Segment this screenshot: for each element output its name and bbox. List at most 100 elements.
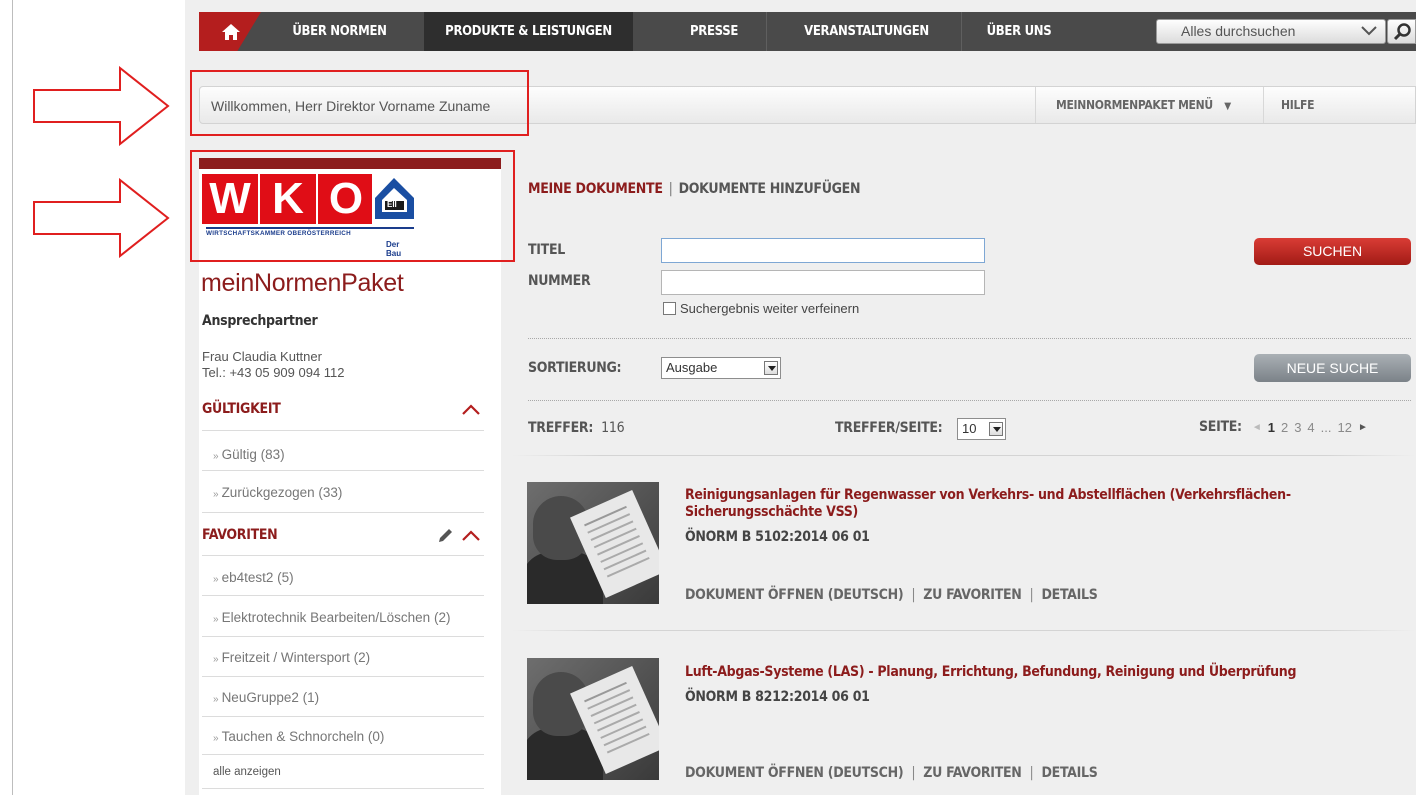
search-button[interactable] bbox=[1387, 19, 1416, 44]
refine-search-label: Suchergebnis weiter verfeinern bbox=[680, 301, 860, 316]
edit-pencil-icon[interactable] bbox=[437, 528, 455, 544]
page-link-12[interactable]: 12 bbox=[1338, 420, 1352, 435]
bullet: » bbox=[213, 574, 219, 585]
document-thumbnail[interactable] bbox=[527, 482, 659, 604]
details-link[interactable]: DETAILS bbox=[1042, 765, 1098, 781]
bullet: » bbox=[213, 694, 219, 705]
validity-heading: GÜLTIGKEIT bbox=[202, 401, 281, 417]
nav-separator bbox=[766, 12, 767, 51]
divider bbox=[202, 788, 484, 789]
home-icon bbox=[222, 24, 240, 40]
divider bbox=[202, 512, 484, 513]
result-norm-number: ÖNORM B 5102:2014 06 01 bbox=[685, 529, 870, 545]
dropdown-arrow-icon bbox=[764, 361, 778, 375]
divider bbox=[202, 676, 484, 677]
favorites-heading: FAVORITEN bbox=[202, 527, 278, 543]
open-document-link[interactable]: DOKUMENT ÖFFNEN (DEUTSCH) bbox=[685, 587, 904, 603]
results-divider bbox=[512, 630, 1416, 631]
favorite-item[interactable]: » NeuGruppe2 (1) bbox=[213, 690, 319, 705]
page-link-1[interactable]: 1 bbox=[1268, 420, 1275, 435]
sort-label: SORTIERUNG: bbox=[528, 360, 622, 376]
bullet: » bbox=[213, 451, 219, 462]
open-document-link[interactable]: DOKUMENT ÖFFNEN (DEUTSCH) bbox=[685, 765, 904, 781]
result-norm-number: ÖNORM B 8212:2014 06 01 bbox=[685, 689, 870, 705]
details-link[interactable]: DETAILS bbox=[1042, 587, 1098, 603]
tab-meine-dokumente[interactable]: MEINE DOKUMENTE bbox=[528, 181, 663, 197]
menu-separator bbox=[1263, 87, 1264, 123]
next-page-icon[interactable]: ► bbox=[1358, 422, 1368, 433]
nav-separator bbox=[961, 12, 962, 51]
per-page-label: TREFFER/SEITE: bbox=[835, 420, 943, 436]
link-separator: | bbox=[1029, 765, 1034, 781]
refine-search-checkbox[interactable] bbox=[663, 302, 676, 315]
help-link[interactable]: HILFE bbox=[1281, 87, 1314, 123]
title-input[interactable] bbox=[661, 238, 985, 263]
result-title-link[interactable]: Reinigungsanlagen für Regenwasser von Ve… bbox=[685, 487, 1416, 521]
divider bbox=[202, 754, 484, 755]
divider bbox=[202, 716, 484, 717]
nav-veranstaltungen[interactable]: VERANSTALTUNGEN bbox=[789, 12, 944, 51]
per-page-select[interactable]: 10 bbox=[957, 418, 1006, 440]
favorite-label: Elektrotechnik Bearbeiten/Löschen (2) bbox=[221, 610, 451, 625]
favorite-item[interactable]: » Tauchen & Schnorcheln (0) bbox=[213, 729, 384, 744]
number-label: NUMMER bbox=[528, 273, 591, 289]
results-divider bbox=[512, 455, 1416, 456]
dropdown-arrow-icon bbox=[989, 422, 1003, 436]
divider bbox=[202, 555, 484, 556]
dotted-divider bbox=[528, 400, 1411, 401]
caret-down-icon: ▼ bbox=[1224, 101, 1231, 112]
filter-gueltig[interactable]: » Gültig (83) bbox=[213, 447, 285, 462]
favorite-item[interactable]: » Elektrotechnik Bearbeiten/Löschen (2) bbox=[213, 610, 450, 625]
tab-separator: | bbox=[668, 181, 673, 197]
pagination: SEITE: ◄ 1 2 3 4 ... 12 ► bbox=[1199, 419, 1374, 435]
document-thumbnail[interactable] bbox=[527, 658, 659, 780]
page-link-4[interactable]: 4 bbox=[1307, 420, 1314, 435]
hits-value: 116 bbox=[601, 420, 625, 436]
nav-ueber-normen[interactable]: ÜBER NORMEN bbox=[277, 12, 402, 51]
bullet: » bbox=[213, 733, 219, 744]
add-to-favorites-link[interactable]: ZU FAVORITEN bbox=[923, 587, 1022, 603]
nav-produkte-leistungen[interactable]: PRODUKTE & LEISTUNGEN bbox=[424, 12, 633, 51]
site-search-input[interactable]: Alles durchsuchen bbox=[1156, 19, 1386, 44]
annotation-box-logo bbox=[190, 150, 515, 262]
show-all-favorites-link[interactable]: alle anzeigen bbox=[213, 766, 281, 778]
tab-dokumente-hinzufuegen[interactable]: DOKUMENTE HINZUFÜGEN bbox=[679, 181, 861, 197]
bullet: » bbox=[213, 654, 219, 665]
menu-separator bbox=[1035, 87, 1036, 123]
package-menu-label: MEINNORMENPAKET MENÜ bbox=[1056, 98, 1213, 112]
add-to-favorites-link[interactable]: ZU FAVORITEN bbox=[923, 765, 1022, 781]
nav-presse[interactable]: PRESSE bbox=[669, 12, 759, 51]
bullet: » bbox=[213, 614, 219, 625]
divider bbox=[202, 636, 484, 637]
home-button[interactable] bbox=[199, 12, 277, 51]
hits-count: TREFFER: 116 bbox=[528, 420, 625, 436]
number-input[interactable] bbox=[661, 270, 985, 295]
favorite-label: NeuGruppe2 (1) bbox=[221, 690, 320, 705]
favorite-item[interactable]: » eb4test2 (5) bbox=[213, 570, 294, 585]
title-label: TITEL bbox=[528, 242, 566, 258]
package-menu-button[interactable]: MEINNORMENPAKET MENÜ ▼ bbox=[1056, 87, 1231, 123]
result-actions: DOKUMENT ÖFFNEN (DEUTSCH) | ZU FAVORITEN | D… bbox=[685, 765, 1098, 781]
favorite-item[interactable]: » Freitzeit / Wintersport (2) bbox=[213, 650, 370, 665]
favorite-label: eb4test2 (5) bbox=[221, 570, 294, 585]
chevron-down-icon[interactable] bbox=[1361, 26, 1377, 36]
favorite-label: Freitzeit / Wintersport (2) bbox=[221, 650, 371, 665]
result-actions: DOKUMENT ÖFFNEN (DEUTSCH) | ZU FAVORITEN | D… bbox=[685, 587, 1098, 603]
divider bbox=[202, 595, 484, 596]
page-link-3[interactable]: 3 bbox=[1294, 420, 1301, 435]
prev-page-icon[interactable]: ◄ bbox=[1252, 422, 1262, 433]
refine-search-checkbox-row[interactable]: Suchergebnis weiter verfeinern bbox=[663, 301, 859, 316]
collapse-favorites-icon[interactable] bbox=[461, 530, 481, 542]
window-edge bbox=[12, 0, 13, 795]
new-search-button[interactable]: NEUE SUCHE bbox=[1254, 354, 1411, 382]
nav-ueber-uns[interactable]: ÜBER UNS bbox=[979, 12, 1059, 51]
page-ellipsis: ... bbox=[1320, 419, 1332, 435]
bullet: » bbox=[213, 489, 219, 500]
collapse-validity-icon[interactable] bbox=[461, 404, 481, 416]
page-link-2[interactable]: 2 bbox=[1281, 420, 1288, 435]
search-submit-button[interactable]: SUCHEN bbox=[1254, 238, 1411, 265]
result-title-link[interactable]: Luft-Abgas-Systeme (LAS) - Planung, Erri… bbox=[685, 664, 1416, 681]
link-separator: | bbox=[911, 587, 916, 603]
filter-zurueckgezogen[interactable]: » Zurückgezogen (33) bbox=[213, 485, 342, 500]
sort-select[interactable]: Ausgabe bbox=[661, 357, 781, 379]
